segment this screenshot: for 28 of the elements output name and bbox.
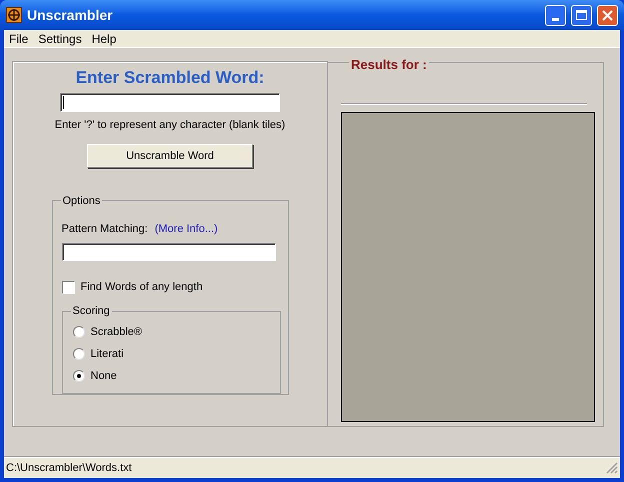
radio-label: Scrabble® (90, 324, 142, 339)
radio-label: Literati (90, 346, 124, 361)
resize-grip-icon (606, 462, 618, 474)
menu-item[interactable]: File (4, 30, 34, 48)
app-icon (6, 7, 22, 23)
window-title: Unscrambler (27, 6, 114, 24)
word-input-field[interactable] (60, 92, 280, 112)
menu-item[interactable]: Help (86, 30, 122, 48)
checkbox[interactable] (62, 281, 74, 294)
group-title: Scoring (70, 304, 112, 318)
close-button[interactable] (597, 4, 618, 26)
status-text: C:\Unscrambler\Words.txt (6, 460, 133, 476)
unscramble-button[interactable]: Unscramble Word (87, 144, 253, 168)
radio-button[interactable] (72, 370, 84, 382)
pattern-label: Pattern Matching: (62, 222, 148, 237)
pattern-input-field[interactable] (62, 242, 276, 262)
minimize-button[interactable] (545, 4, 566, 26)
group-title: Options (60, 193, 102, 210)
maximize-button[interactable] (571, 4, 592, 26)
hint-text: Enter '?' to represent any character (blank tiles) (54, 118, 286, 132)
more-info-link[interactable]: (More Info...) (154, 221, 218, 238)
radio-button[interactable] (72, 326, 84, 338)
radio-button[interactable] (72, 348, 84, 360)
heading: Enter Scrambled Word: (76, 67, 264, 89)
checkbox-label: Find Words of any length (80, 280, 203, 296)
radio-label: None (90, 368, 117, 383)
menu-item[interactable]: Settings (33, 30, 87, 48)
close-icon (602, 10, 613, 20)
